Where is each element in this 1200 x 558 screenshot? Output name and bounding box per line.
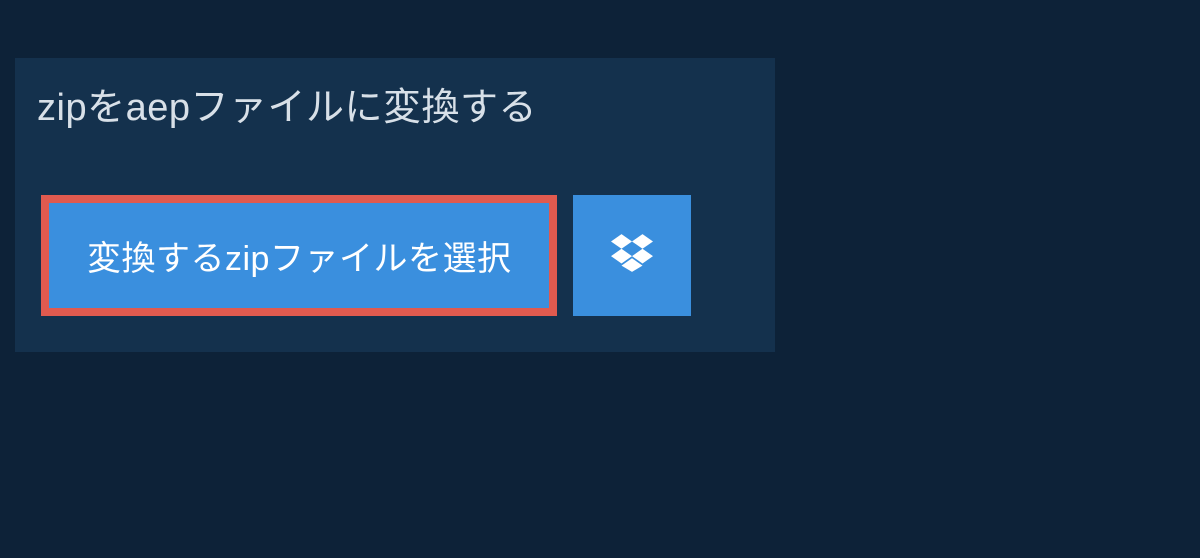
dropbox-icon	[611, 234, 653, 277]
heading-box: zipをaepファイルに変換する	[15, 58, 775, 149]
button-row: 変換するzipファイルを選択	[41, 195, 775, 316]
select-file-button[interactable]: 変換するzipファイルを選択	[41, 195, 557, 316]
page-title: zipをaepファイルに変換する	[37, 76, 753, 131]
select-file-button-label: 変換するzipファイルを選択	[87, 231, 511, 280]
converter-panel: zipをaepファイルに変換する 変換するzipファイルを選択	[15, 58, 775, 352]
dropbox-button[interactable]	[573, 195, 691, 316]
